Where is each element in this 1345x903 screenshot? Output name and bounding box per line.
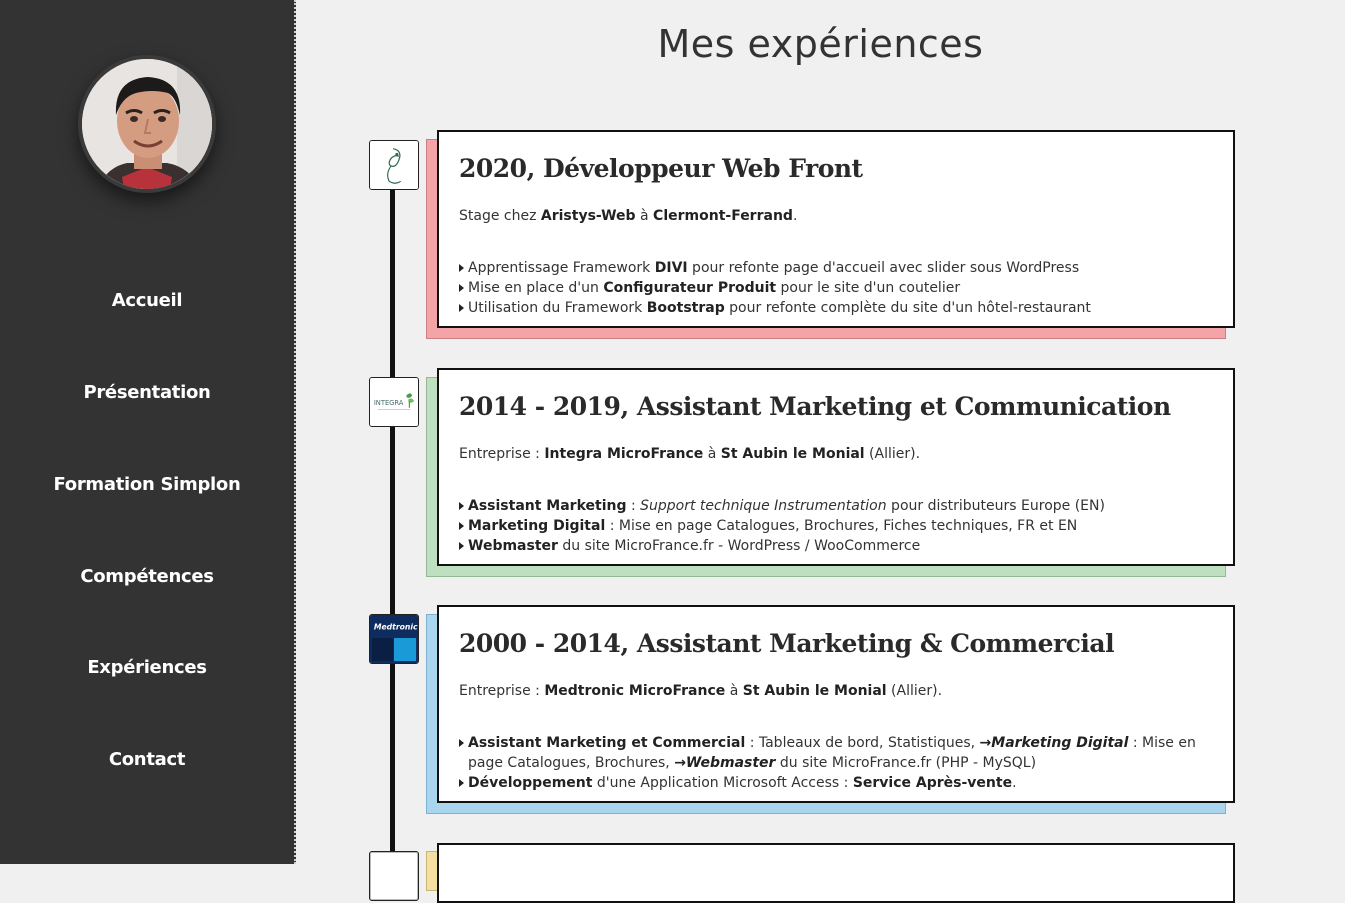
experience-bullets: Assistant Marketing et Commercial : Tabl… (459, 733, 1219, 793)
experience-bullets: Assistant Marketing : Support technique … (459, 496, 1219, 556)
next-experience-logo (369, 851, 419, 901)
profile-photo-image (82, 59, 212, 189)
bullet-item: Utilisation du Framework Bootstrap pour … (459, 298, 1219, 318)
bullet-item: Assistant Marketing : Support technique … (459, 496, 1219, 516)
experience-bullets: Apprentissage Framework DIVI pour refont… (459, 258, 1219, 318)
bullet-item: Apprentissage Framework DIVI pour refont… (459, 258, 1219, 278)
svg-text:Medtronic: Medtronic (374, 622, 418, 631)
experience-intro: Stage chez Aristys-Web à Clermont-Ferran… (459, 208, 798, 224)
svg-text:INTEGRA: INTEGRA (374, 399, 404, 407)
nav-item-experiences[interactable]: Expériences (0, 657, 294, 678)
experience-card-2000-2014: 2000 - 2014, Assistant Marketing & Comme… (437, 605, 1235, 803)
nav-item-accueil[interactable]: Accueil (0, 290, 294, 311)
bullet-item: Webmaster du site MicroFrance.fr - WordP… (459, 536, 1219, 556)
aristys-logo (369, 140, 419, 190)
sidebar: Accueil Présentation Formation Simplon C… (0, 0, 296, 864)
bullet-item: Mise en place d'un Configurateur Produit… (459, 278, 1219, 298)
experience-title: 2000 - 2014, Assistant Marketing & Comme… (459, 629, 1115, 658)
timeline-line (390, 170, 395, 870)
experience-card-2014-2019: 2014 - 2019, Assistant Marketing et Comm… (437, 368, 1235, 566)
experience-card-2020: 2020, Développeur Web Front Stage chez A… (437, 130, 1235, 328)
nav-item-presentation[interactable]: Présentation (0, 382, 294, 403)
bullet-item: Développement d'une Application Microsof… (459, 773, 1219, 793)
experience-intro: Entreprise : Medtronic MicroFrance à St … (459, 683, 943, 699)
medtronic-logo: Medtronic (369, 614, 419, 664)
nav-item-formation-simplon[interactable]: Formation Simplon (0, 474, 294, 495)
profile-photo (78, 55, 216, 193)
nav-item-competences[interactable]: Compétences (0, 566, 294, 587)
bullet-item: Marketing Digital : Mise en page Catalog… (459, 516, 1219, 536)
bullet-item: Assistant Marketing et Commercial : Tabl… (459, 733, 1219, 773)
experience-intro: Entreprise : Integra MicroFrance à St Au… (459, 446, 921, 462)
experience-title: 2020, Développeur Web Front (459, 154, 863, 183)
experience-title: 2014 - 2019, Assistant Marketing et Comm… (459, 392, 1171, 421)
nav-item-contact[interactable]: Contact (0, 749, 294, 770)
page-title: Mes expériences (657, 22, 984, 66)
integra-logo: INTEGRA (369, 377, 419, 427)
experience-card-next (437, 843, 1235, 903)
